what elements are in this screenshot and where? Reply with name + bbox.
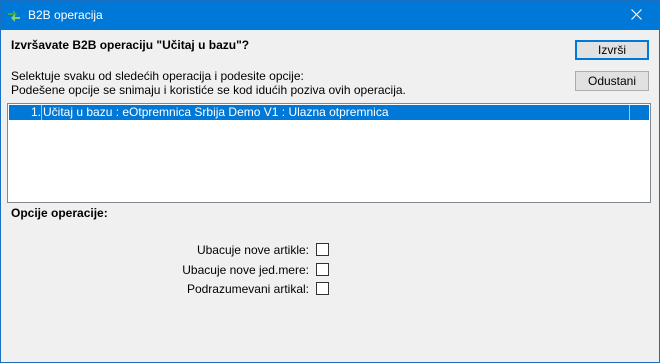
- option-new-articles-label: Ubacuje nove artikle:: [196, 243, 309, 257]
- dialog-window: B2B operacija Izvršavate B2B operaciju "…: [0, 0, 660, 363]
- operation-text: Učitaj u bazu : eOtpremnica Srbija Demo …: [43, 105, 389, 119]
- option-new-units-label: Ubacuje nove jed.mere:: [182, 263, 309, 277]
- operation-number: 1.: [31, 105, 42, 119]
- run-button[interactable]: Izvrši: [575, 40, 649, 60]
- operations-list[interactable]: 1. Učitaj u bazu : eOtpremnica Srbija De…: [7, 103, 651, 203]
- window-title: B2B operacija: [28, 8, 103, 22]
- cancel-button[interactable]: Odustani: [575, 71, 649, 91]
- option-default-article-label: Podrazumevani artikal:: [186, 282, 309, 296]
- option-new-articles-checkbox[interactable]: [316, 243, 329, 256]
- options-label: Opcije operacije:: [11, 206, 108, 220]
- option-new-units-checkbox[interactable]: [316, 263, 329, 276]
- option-default-article-checkbox[interactable]: [316, 282, 329, 295]
- title-bar[interactable]: B2B operacija: [1, 1, 659, 30]
- column-divider: [629, 105, 630, 120]
- instruction-line-2: Podešene opcije se snimaju i koristiće s…: [11, 83, 406, 97]
- close-icon: [630, 8, 642, 23]
- column-divider: [41, 105, 42, 120]
- instruction-line-1: Selektuje svaku od sledećih operacija i …: [11, 69, 304, 83]
- dialog-heading: Izvršavate B2B operaciju "Učitaj u bazu"…: [11, 38, 250, 52]
- close-button[interactable]: [613, 1, 659, 30]
- list-item[interactable]: 1. Učitaj u bazu : eOtpremnica Srbija De…: [9, 105, 649, 120]
- b2b-arrows-icon: [6, 8, 22, 24]
